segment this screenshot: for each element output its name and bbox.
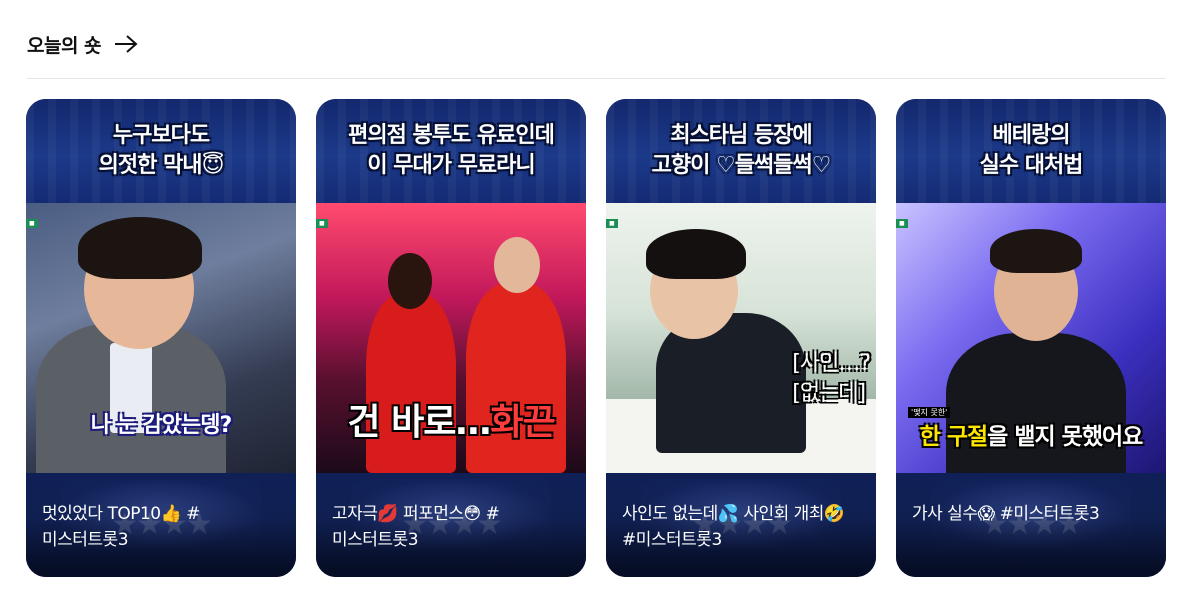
thumbnail: ■ [사인…? [없는데]: [606, 203, 876, 473]
caption-highlight: 한 구절: [919, 424, 988, 450]
thumbnail-caption: 건 바로…화끈: [316, 393, 586, 445]
thumbnail-caption: 나 눈 감았는뎅?: [90, 413, 233, 438]
headline: 베테랑의 실수 대처법: [972, 121, 1091, 181]
headline-line: 누구보다도: [112, 123, 210, 148]
caption-highlight: 화끈: [490, 402, 555, 443]
thumbnail: ■ '맺지 못한' 한 구절을 뱉지 못했어요: [896, 203, 1166, 473]
show-badge: ■: [316, 219, 328, 228]
headline-line: 고향이 ♡들썩들썩♡: [651, 153, 832, 178]
shorts-list: 누구보다도 의젓한 막내😇 ■ 나 눈 감았는뎅? ★★★★ 멋있었다 TOP1…: [26, 99, 1166, 577]
headline-banner: 최스타님 등장에 고향이 ♡들썩들썩♡: [606, 99, 876, 203]
short-title: 멋있었다 TOP10👍 # 미스터트롯3: [42, 504, 200, 550]
short-title: 사인도 없는데💦 사인회 개최🤣 #미스터트롯3: [622, 504, 845, 550]
thumbnail-caption: [사인…? [없는데]: [792, 349, 871, 409]
section-divider: [27, 78, 1166, 79]
headline-line: 편의점 봉투도 유료인데: [348, 123, 555, 148]
arrow-right-icon[interactable]: [113, 34, 139, 54]
thumbnail: ■ 나 눈 감았는뎅?: [26, 203, 296, 473]
dancer-head: [388, 253, 432, 309]
caption-text: 건 바로…: [347, 402, 491, 443]
caption-text: 을 뱉지 못했어요: [987, 424, 1143, 450]
headline-line: 베테랑의: [992, 123, 1071, 148]
caption-line: [없는데]: [792, 381, 866, 406]
caption-line: [사인…?: [792, 351, 871, 376]
headline-line: 실수 대처법: [979, 153, 1084, 178]
headline: 누구보다도 의젓한 막내😇: [91, 121, 232, 181]
thumbnail-caption: 한 구절을 뱉지 못했어요: [896, 417, 1166, 451]
headline-line: 이 무대가 무료라니: [367, 153, 535, 178]
show-badge: ■: [896, 219, 908, 228]
show-badge: ■: [606, 219, 618, 228]
headline-line: 최스타님 등장에: [670, 123, 812, 148]
short-card[interactable]: 편의점 봉투도 유료인데 이 무대가 무료라니 ■ 건 바로…화끈 ★★★★ 고…: [316, 99, 586, 577]
dancer-body: [366, 293, 456, 473]
short-card[interactable]: 베테랑의 실수 대처법 ■ '맺지 못한' 한 구절을 뱉지 못했어요 ★★★★…: [896, 99, 1166, 577]
show-badge: ■: [26, 219, 38, 228]
short-title: 가사 실수😱 #미스터트롯3: [912, 504, 1100, 524]
headline-banner: 베테랑의 실수 대처법: [896, 99, 1166, 203]
headline-banner: 누구보다도 의젓한 막내😇: [26, 99, 296, 203]
headline: 편의점 봉투도 유료인데 이 무대가 무료라니: [340, 121, 562, 181]
headline-line: 의젓한 막내😇: [98, 153, 225, 178]
short-card[interactable]: 누구보다도 의젓한 막내😇 ■ 나 눈 감았는뎅? ★★★★ 멋있었다 TOP1…: [26, 99, 296, 577]
figure-hair: [646, 229, 746, 279]
section-title: 오늘의 숏: [27, 34, 102, 57]
singer-head: [494, 237, 540, 293]
headline: 최스타님 등장에 고향이 ♡들썩들썩♡: [644, 121, 839, 181]
figure-hair: [78, 217, 202, 279]
figure-hair: [990, 229, 1082, 273]
section-header[interactable]: 오늘의 숏: [27, 28, 139, 60]
figure-body: [946, 333, 1126, 473]
thumbnail: ■ 건 바로…화끈: [316, 203, 586, 473]
short-card[interactable]: 최스타님 등장에 고향이 ♡들썩들썩♡ ■ [사인…? [없는데] ★★★★ 사…: [606, 99, 876, 577]
short-title: 고자극💋 퍼포먼스😳 # 미스터트롯3: [332, 504, 500, 550]
headline-banner: 편의점 봉투도 유료인데 이 무대가 무료라니: [316, 99, 586, 203]
